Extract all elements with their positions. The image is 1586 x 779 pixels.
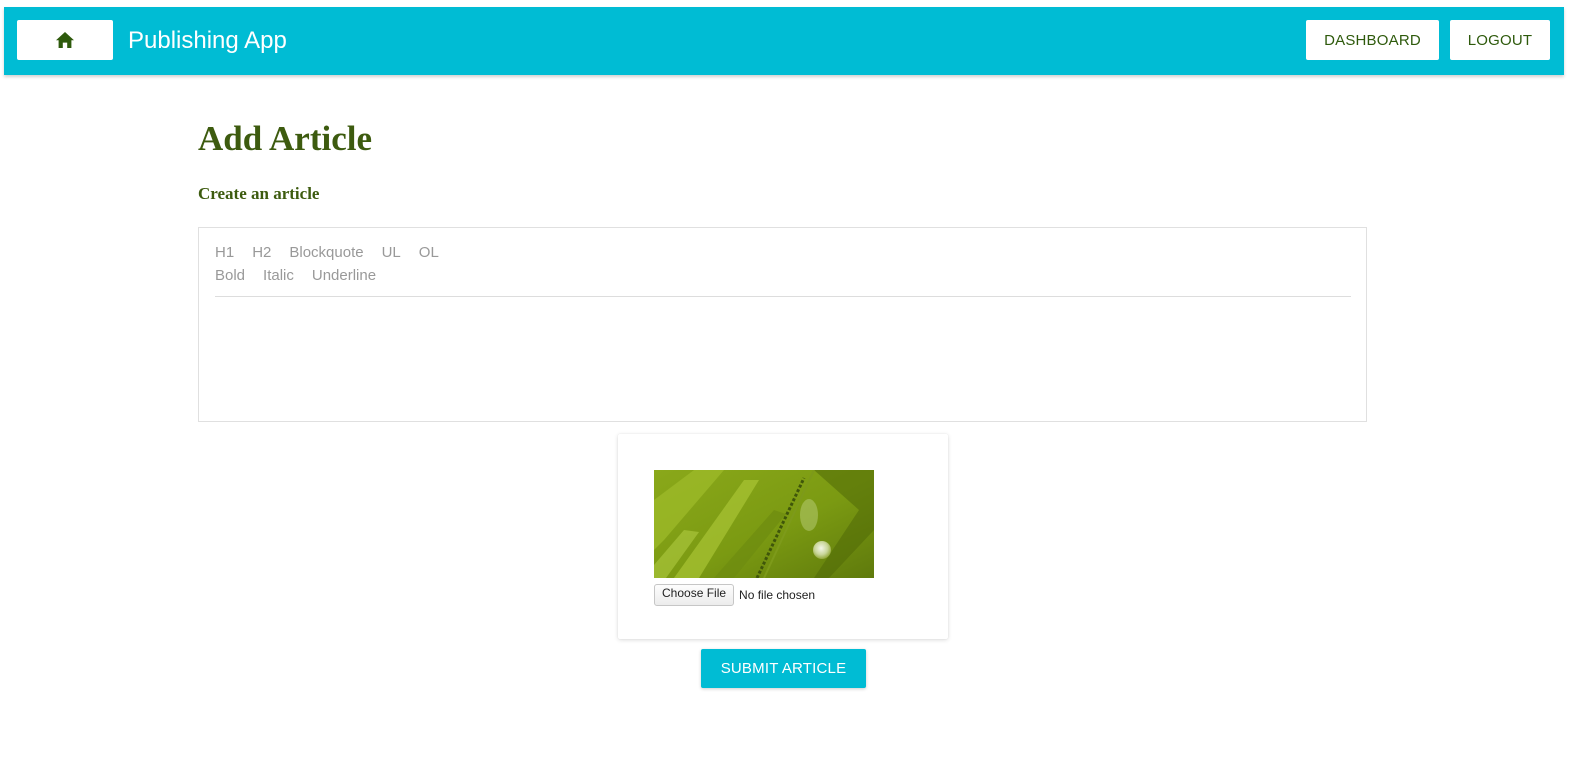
logout-button[interactable]: LOGOUT: [1450, 20, 1550, 60]
image-preview: [654, 470, 874, 578]
toolbar-blockquote-button[interactable]: Blockquote: [289, 244, 363, 261]
page-subtitle: Create an article: [198, 184, 320, 203]
app-bar: Publishing App DASHBOARD LOGOUT: [4, 7, 1564, 75]
choose-file-button[interactable]: Choose File: [654, 584, 735, 606]
article-editor: H1 H2 Blockquote UL OL Bold Italic Under…: [198, 227, 1367, 422]
file-input: Choose File No file chosen: [654, 584, 815, 606]
editor-toolbar-inline-styles: Bold Italic Underline: [215, 267, 394, 284]
editor-toolbar-block-styles: H1 H2 Blockquote UL OL: [215, 244, 457, 261]
toolbar-ul-button[interactable]: UL: [382, 244, 401, 261]
app-title: Publishing App: [128, 27, 287, 54]
editor-content-area[interactable]: [215, 304, 1351, 409]
toolbar-italic-button[interactable]: Italic: [263, 267, 294, 284]
home-button[interactable]: [17, 20, 113, 60]
home-icon: [55, 31, 75, 49]
file-status: No file chosen: [739, 588, 816, 602]
page-title: Add Article: [198, 119, 373, 158]
toolbar-h1-button[interactable]: H1: [215, 244, 234, 261]
toolbar-h2-button[interactable]: H2: [252, 244, 271, 261]
toolbar-ol-button[interactable]: OL: [419, 244, 439, 261]
image-upload-card: Choose File No file chosen: [618, 434, 948, 639]
dashboard-button[interactable]: DASHBOARD: [1306, 20, 1439, 60]
toolbar-bold-button[interactable]: Bold: [215, 267, 245, 284]
editor-divider: [215, 296, 1351, 297]
submit-article-button[interactable]: SUBMIT ARTICLE: [701, 649, 866, 688]
toolbar-underline-button[interactable]: Underline: [312, 267, 376, 284]
